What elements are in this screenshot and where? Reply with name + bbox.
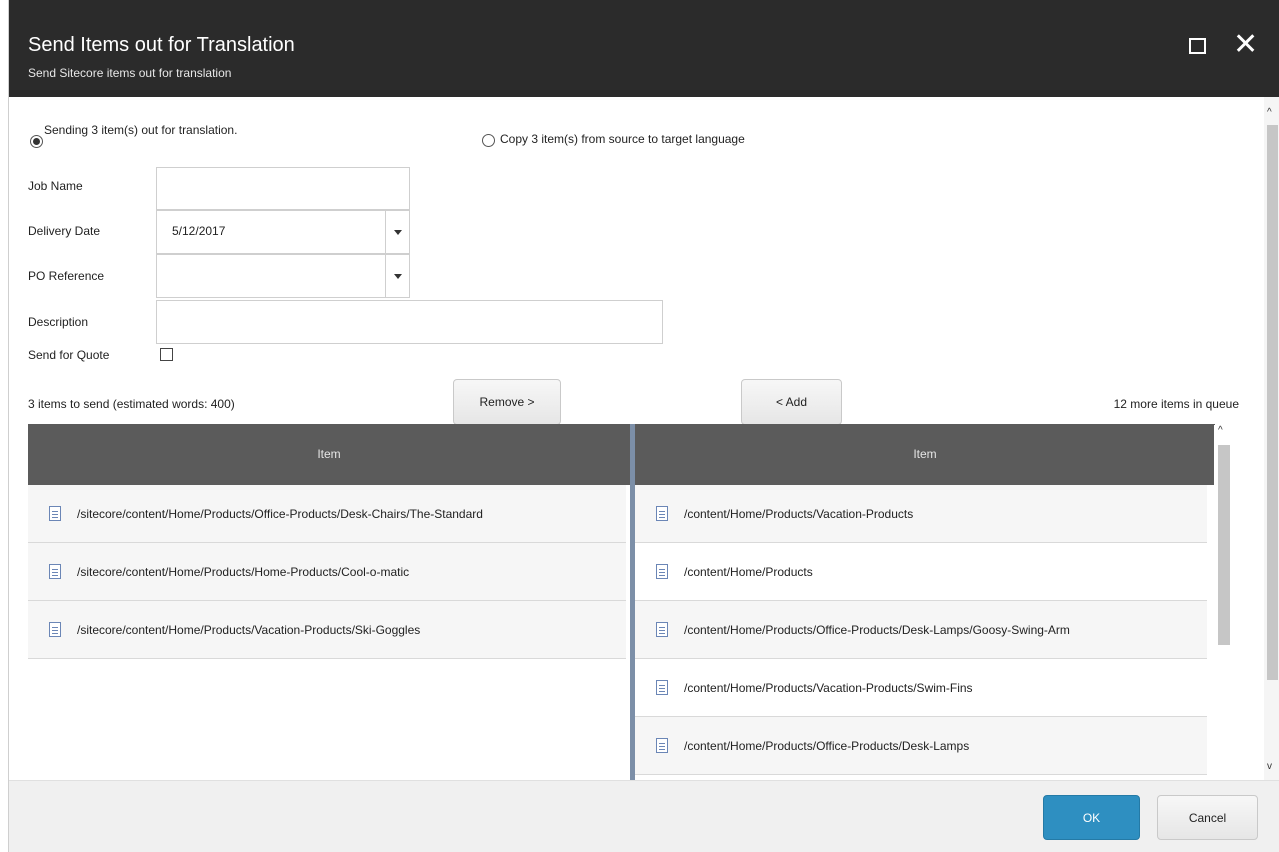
- close-icon[interactable]: ✕: [1233, 30, 1258, 60]
- title-bar: Send Items out for Translation Send Site…: [9, 0, 1279, 97]
- po-reference-label: PO Reference: [28, 269, 105, 283]
- translation-dialog: Send Items out for Translation Send Site…: [8, 0, 1279, 852]
- document-icon: [656, 622, 668, 637]
- table-row[interactable]: /content/Home/Products/Vacation-Products…: [635, 659, 1207, 717]
- job-name-label: Job Name: [28, 179, 83, 193]
- send-items-label: Sending 3 item(s) out for translation.: [44, 123, 238, 137]
- scrollbar-thumb[interactable]: [1218, 445, 1230, 645]
- table-row[interactable]: /content/Home/Products/Office-Products/D…: [635, 601, 1207, 659]
- item-path: /content/Home/Products/Vacation-Products…: [684, 681, 973, 695]
- item-path: /content/Home/Products: [684, 565, 813, 579]
- description-field[interactable]: [156, 300, 663, 344]
- job-name-field[interactable]: [156, 167, 410, 210]
- scroll-up-icon[interactable]: ^: [1267, 107, 1272, 118]
- chevron-down-icon[interactable]: [385, 255, 409, 297]
- delivery-date-label: Delivery Date: [28, 224, 101, 238]
- table-row[interactable]: /content/Home/Products/Office-Products/D…: [635, 717, 1207, 775]
- item-path: /sitecore/content/Home/Products/Office-P…: [77, 507, 483, 521]
- table-row[interactable]: /content/Home/Products: [635, 543, 1207, 601]
- table-row[interactable]: /sitecore/content/Home/Products/Office-P…: [28, 485, 626, 543]
- dialog-subtitle: Send Sitecore items out for translation: [28, 66, 232, 80]
- document-icon: [49, 622, 61, 637]
- document-icon: [656, 738, 668, 753]
- item-path: /content/Home/Products/Office-Products/D…: [684, 739, 970, 753]
- copy-items-label: Copy 3 item(s) from source to target lan…: [500, 132, 745, 146]
- scroll-down-icon[interactable]: v: [1267, 761, 1272, 772]
- dialog-footer: OK Cancel: [9, 780, 1279, 852]
- dialog-scrollbar[interactable]: ^ v: [1264, 97, 1279, 780]
- chevron-down-icon[interactable]: [385, 211, 409, 253]
- dialog-content: Sending 3 item(s) out for translation. C…: [9, 97, 1264, 780]
- queue-items-grid: Item /content/Home/Products/Vacation-Pro…: [635, 424, 1215, 780]
- send-items-radio[interactable]: [30, 135, 43, 148]
- table-row[interactable]: /sitecore/content/Home/Products/Home-Pro…: [28, 543, 626, 601]
- dialog-title: Send Items out for Translation: [28, 34, 295, 56]
- document-icon: [49, 564, 61, 579]
- delivery-date-value: 5/12/2017: [172, 224, 226, 238]
- queue-status: 12 more items in queue: [1113, 397, 1239, 411]
- document-icon: [656, 564, 668, 579]
- scrollbar-thumb[interactable]: [1267, 125, 1278, 680]
- document-icon: [656, 506, 668, 521]
- po-reference-field[interactable]: [156, 254, 410, 298]
- add-button[interactable]: < Add: [741, 379, 842, 425]
- item-path: /content/Home/Products/Vacation-Products: [684, 507, 914, 521]
- copy-items-radio[interactable]: [482, 134, 495, 147]
- send-status: 3 items to send (estimated words: 400): [28, 397, 235, 411]
- scroll-up-icon[interactable]: ^: [1218, 425, 1223, 436]
- send-for-quote-label: Send for Quote: [28, 348, 110, 362]
- delivery-date-field[interactable]: 5/12/2017: [156, 210, 410, 254]
- maximize-icon[interactable]: [1185, 34, 1209, 58]
- queue-grid-scrollbar[interactable]: ^: [1214, 425, 1231, 780]
- grid-header-item[interactable]: Item: [635, 424, 1215, 485]
- document-icon: [656, 680, 668, 695]
- close-glyph: ✕: [1233, 27, 1259, 62]
- table-row[interactable]: /sitecore/content/Home/Products/Vacation…: [28, 601, 626, 659]
- description-label: Description: [28, 315, 89, 329]
- item-path: /sitecore/content/Home/Products/Home-Pro…: [77, 565, 410, 579]
- item-path: /sitecore/content/Home/Products/Vacation…: [77, 623, 421, 637]
- table-row[interactable]: /content/Home/Products/Vacation-Products: [635, 485, 1207, 543]
- item-path: /content/Home/Products/Office-Products/D…: [684, 623, 1070, 637]
- cancel-button[interactable]: Cancel: [1157, 795, 1258, 840]
- grid-header-item[interactable]: Item: [28, 424, 630, 485]
- ok-button[interactable]: OK: [1043, 795, 1140, 840]
- remove-button[interactable]: Remove >: [453, 379, 561, 425]
- document-icon: [49, 506, 61, 521]
- send-for-quote-checkbox[interactable]: [160, 348, 173, 361]
- send-items-grid: Item /sitecore/content/Home/Products/Off…: [28, 424, 630, 780]
